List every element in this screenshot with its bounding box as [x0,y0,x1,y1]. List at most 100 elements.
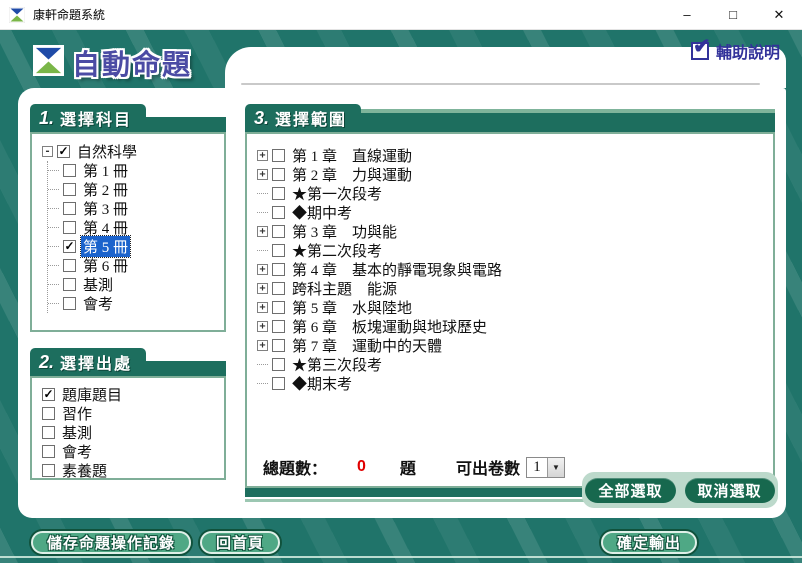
checkbox-unchecked[interactable] [272,377,285,390]
expand-icon[interactable] [257,169,268,180]
collapse-icon[interactable] [42,146,53,157]
tree-label[interactable]: ★第二次段考 [290,240,384,261]
chevron-down-icon[interactable]: ▼ [547,458,564,477]
tree-label[interactable]: 跨科主題 能源 [290,278,399,299]
tree-label[interactable]: 會考 [81,293,115,314]
source-label[interactable]: 會考 [60,441,94,462]
checkbox-unchecked[interactable] [63,202,76,215]
checkbox-unchecked[interactable] [272,320,285,333]
deselect-button[interactable]: 取消選取 [685,478,775,503]
expand-icon[interactable] [257,264,268,275]
tree-item[interactable]: 跨科主題 能源 [257,279,773,298]
checkbox-unchecked[interactable] [63,164,76,177]
confirm-output-button[interactable]: 確定輸出 [601,531,697,554]
select-all-button[interactable]: 全部選取 [585,478,675,503]
checkbox-unchecked[interactable] [63,221,76,234]
tree-label[interactable]: 第 4 冊 [81,217,130,238]
checkbox-unchecked[interactable] [272,358,285,371]
checkbox-unchecked[interactable] [272,263,285,276]
tree-item-root[interactable]: 自然科學 [42,142,224,161]
checkbox-unchecked[interactable] [272,187,285,200]
source-item[interactable]: 會考 [42,442,224,461]
expand-icon[interactable] [257,340,268,351]
checkbox-unchecked[interactable] [272,244,285,257]
tree-item[interactable]: 第 1 冊 [48,161,224,180]
tree-item[interactable]: 第 1 章 直線運動 [257,146,773,165]
tree-label[interactable]: 第 6 章 板塊運動與地球歷史 [290,316,489,337]
tree-label[interactable]: 第 2 章 力與運動 [290,164,414,185]
checkbox-unchecked[interactable] [272,282,285,295]
tree-item[interactable]: ★第二次段考 [257,241,773,260]
checkbox-unchecked[interactable] [42,426,55,439]
tree-item[interactable]: 第 3 冊 [48,199,224,218]
papers-count-select[interactable]: 1 ▼ [526,457,565,478]
checkbox-checked[interactable] [57,145,70,158]
tree-label[interactable]: 第 4 章 基本的靜電現象與電路 [290,259,504,280]
checkbox-unchecked[interactable] [63,278,76,291]
tree-label[interactable]: ★第一次段考 [290,183,384,204]
tree-item[interactable]: 第 6 冊 [48,256,224,275]
expand-icon[interactable] [257,302,268,313]
tree-label[interactable]: 第 3 冊 [81,198,130,219]
checkbox-checked[interactable] [63,240,76,253]
expand-icon[interactable] [257,321,268,332]
tree-item-selected[interactable]: 第 5 冊 [48,237,224,256]
tree-label[interactable]: ◆期中考 [290,202,354,223]
tree-label[interactable]: ◆期末考 [290,373,354,394]
checkbox-unchecked[interactable] [272,339,285,352]
source-item[interactable]: 素養題 [42,461,224,480]
tree-label[interactable]: 第 3 章 功與能 [290,221,399,242]
tree-label[interactable]: 第 1 冊 [81,160,130,181]
source-label[interactable]: 基測 [60,422,94,443]
tree-item[interactable]: ◆期末考 [257,374,773,393]
tree-item[interactable]: 會考 [48,294,224,313]
tree-item[interactable]: ◆期中考 [257,203,773,222]
tree-label[interactable]: ★第三次段考 [290,354,384,375]
tree-item[interactable]: 第 4 章 基本的靜電現象與電路 [257,260,773,279]
checkbox-unchecked[interactable] [272,301,285,314]
source-label[interactable]: 題庫題目 [60,384,124,405]
tree-item[interactable]: 第 5 章 水與陸地 [257,298,773,317]
maximize-button[interactable]: □ [710,0,756,29]
checkbox-unchecked[interactable] [272,168,285,181]
tree-label[interactable]: 第 5 章 水與陸地 [290,297,414,318]
help-button[interactable]: 輔助說明 [691,39,780,63]
tree-item[interactable]: 第 2 冊 [48,180,224,199]
tree-label-selected[interactable]: 第 5 冊 [81,236,130,257]
tree-label[interactable]: 第 2 冊 [81,179,130,200]
close-button[interactable]: ✕ [756,0,802,29]
tree-label[interactable]: 第 6 冊 [81,255,130,276]
checkbox-unchecked[interactable] [42,445,55,458]
tree-label[interactable]: 第 1 章 直線運動 [290,145,414,166]
tree-item[interactable]: 第 3 章 功與能 [257,222,773,241]
checkbox-unchecked[interactable] [63,297,76,310]
save-record-button[interactable]: 儲存命題操作記錄 [31,531,191,554]
tree-item[interactable]: 第 7 章 運動中的天體 [257,336,773,355]
checkbox-unchecked[interactable] [63,259,76,272]
tree-item[interactable]: 第 2 章 力與運動 [257,165,773,184]
checkbox-unchecked[interactable] [272,149,285,162]
tree-label[interactable]: 自然科學 [75,141,139,162]
checkbox-unchecked[interactable] [42,464,55,477]
tree-label[interactable]: 基測 [81,274,115,295]
source-item[interactable]: 基測 [42,423,224,442]
tree-item[interactable]: ★第三次段考 [257,355,773,374]
tree-item[interactable]: 第 6 章 板塊運動與地球歷史 [257,317,773,336]
tree-item[interactable]: 第 4 冊 [48,218,224,237]
tree-label[interactable]: 第 7 章 運動中的天體 [290,335,444,356]
checkbox-unchecked[interactable] [272,206,285,219]
expand-icon[interactable] [257,226,268,237]
source-label[interactable]: 習作 [60,403,94,424]
minimize-button[interactable]: – [664,0,710,29]
checkbox-unchecked[interactable] [63,183,76,196]
tree-item[interactable]: 基測 [48,275,224,294]
checkbox-checked[interactable] [42,388,55,401]
checkbox-unchecked[interactable] [42,407,55,420]
expand-icon[interactable] [257,150,268,161]
tree-item[interactable]: ★第一次段考 [257,184,773,203]
source-label[interactable]: 素養題 [60,460,109,480]
home-button[interactable]: 回首頁 [200,531,280,554]
source-item[interactable]: 習作 [42,404,224,423]
checkbox-unchecked[interactable] [272,225,285,238]
source-item[interactable]: 題庫題目 [42,385,224,404]
